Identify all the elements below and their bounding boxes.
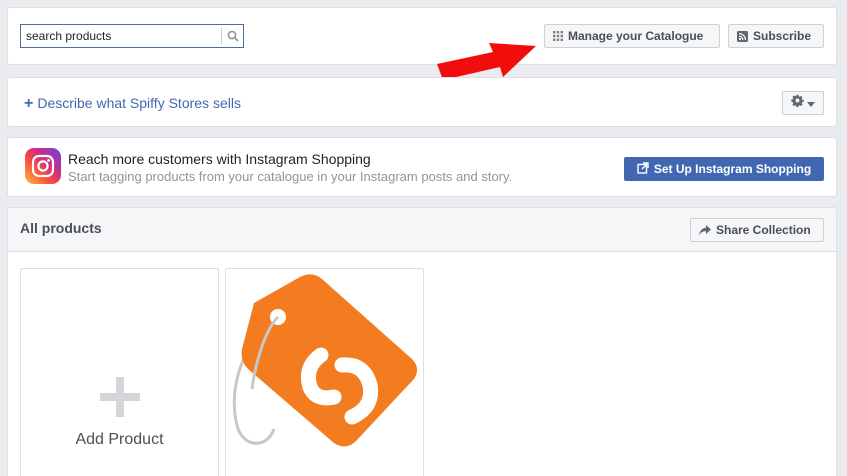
plus-icon: [100, 377, 140, 417]
plus-icon: +: [24, 95, 34, 112]
add-product-label: Add Product: [75, 431, 164, 448]
gear-icon: [791, 94, 804, 112]
rss-icon: [737, 30, 748, 42]
describe-shop-label: Describe what Spiffy Stores sells: [37, 95, 241, 111]
instagram-promo-subtitle: Start tagging products from your catalog…: [68, 169, 513, 184]
products-title: All products: [20, 220, 102, 236]
search-box: [20, 24, 244, 48]
describe-shop-link[interactable]: + Describe what Spiffy Stores sells: [24, 95, 241, 113]
describe-bar: + Describe what Spiffy Stores sells: [7, 77, 837, 127]
grid-icon: [553, 31, 563, 41]
instagram-icon: [25, 148, 61, 184]
add-product-tile[interactable]: Add Product: [20, 268, 219, 476]
product-tile[interactable]: [225, 268, 424, 476]
subscribe-button[interactable]: Subscribe: [728, 24, 824, 48]
instagram-promo-title: Reach more customers with Instagram Shop…: [68, 151, 371, 167]
product-tag-image: [232, 274, 418, 447]
instagram-shopping-promo: Reach more customers with Instagram Shop…: [7, 137, 837, 197]
manage-catalogue-label: Manage your Catalogue: [568, 29, 704, 43]
top-toolbar: Manage your Catalogue Subscribe: [7, 7, 837, 65]
chevron-down-icon: [807, 94, 815, 112]
manage-catalogue-button[interactable]: Manage your Catalogue: [544, 24, 720, 48]
products-header: All products Share Collection: [8, 208, 836, 252]
setup-instagram-shopping-label: Set Up Instagram Shopping: [653, 162, 812, 176]
share-collection-button[interactable]: Share Collection: [690, 218, 824, 242]
subscribe-label: Subscribe: [753, 29, 812, 43]
external-link-icon: [637, 161, 649, 177]
share-icon: [699, 224, 711, 236]
share-collection-label: Share Collection: [716, 223, 811, 237]
search-icon[interactable]: [221, 28, 243, 44]
setup-instagram-shopping-button[interactable]: Set Up Instagram Shopping: [624, 157, 824, 181]
all-products-panel: All products Share Collection Add Produc…: [7, 207, 837, 476]
settings-dropdown-button[interactable]: [782, 91, 824, 115]
search-input[interactable]: [21, 25, 221, 47]
